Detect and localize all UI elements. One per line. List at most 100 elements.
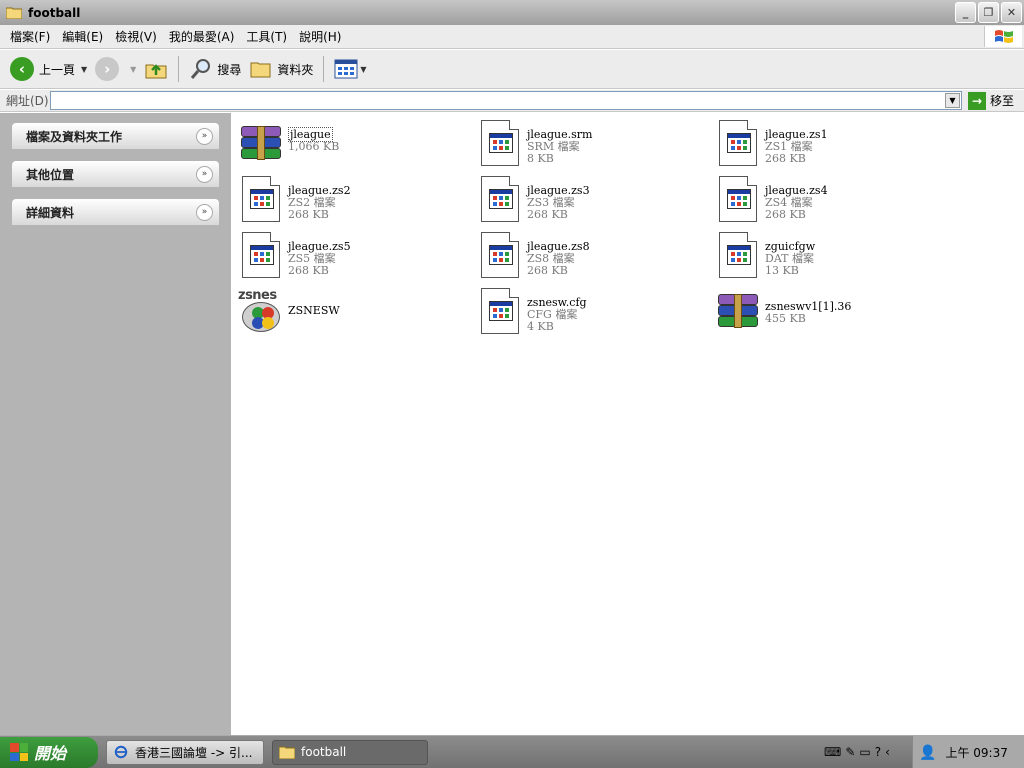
window-title: football <box>28 5 81 20</box>
pen-icon[interactable]: ✎ <box>845 745 855 759</box>
up-folder-icon <box>145 64 167 79</box>
toolbar-separator <box>323 56 325 82</box>
close-button[interactable]: ✕ <box>1001 2 1022 23</box>
back-button[interactable]: ‹ 上一頁 ▼ <box>6 53 91 85</box>
window-controls: _ ❐ ✕ <box>955 2 1022 23</box>
taskbar-button-browser[interactable]: 香港三國論壇 -> 引... <box>106 739 264 765</box>
back-label: 上一頁 <box>39 62 76 77</box>
go-button[interactable]: → 移至 <box>968 91 1015 110</box>
generic-file-icon <box>714 231 762 279</box>
panel-file-folder-tasks[interactable]: 檔案及資料夾工作 » <box>12 123 219 149</box>
menu-file[interactable]: 檔案(F) <box>4 28 56 45</box>
chevron-left-icon[interactable]: ‹ <box>885 745 890 759</box>
user-icon[interactable]: 👤 <box>919 745 936 761</box>
file-size: 455 KB <box>765 312 806 325</box>
taskbar: 開始 香港三國論壇 -> 引... football ⌨ ✎ ▭ ? ‹ 👤 上… <box>0 735 1024 768</box>
views-icon <box>334 59 358 79</box>
file-item[interactable]: jleague.zs2 ZS2 檔案 268 KB <box>237 175 467 227</box>
task-pane: 檔案及資料夾工作 » 其他位置 » 詳細資料 » <box>0 113 231 735</box>
zsnes-app-icon: zsnes <box>237 287 285 335</box>
taskbar-button-folder[interactable]: football <box>272 739 428 765</box>
panel-other-places[interactable]: 其他位置 » <box>12 161 219 187</box>
file-item[interactable]: jleague 1,066 KB <box>237 119 467 171</box>
file-size: 268 KB <box>527 264 568 277</box>
generic-file-icon <box>476 231 524 279</box>
file-item[interactable]: jleague.zs4 ZS4 檔案 268 KB <box>714 175 944 227</box>
search-button[interactable]: 搜尋 <box>185 53 245 85</box>
expand-chevron-icon[interactable]: » <box>196 165 213 183</box>
toolbar-separator <box>178 56 180 82</box>
address-bar: 網址(D) ▼ → 移至 <box>0 90 1024 112</box>
file-item[interactable]: jleague.srm SRM 檔案 8 KB <box>476 119 706 171</box>
search-label: 搜尋 <box>217 62 242 77</box>
expand-chevron-icon[interactable]: » <box>196 127 213 145</box>
file-size: 268 KB <box>765 208 806 221</box>
file-list: jleague 1,066 KB jleague.srm SRM 檔案 8 KB… <box>231 113 1024 735</box>
file-size: 4 KB <box>527 320 554 333</box>
winrar-archive-icon <box>714 287 762 335</box>
chevron-down-icon[interactable]: ▼ <box>130 65 136 74</box>
menu-view[interactable]: 檢視(V) <box>109 28 163 45</box>
menu-help[interactable]: 說明(H) <box>293 28 347 45</box>
file-item[interactable]: jleague.zs1 ZS1 檔案 268 KB <box>714 119 944 171</box>
file-size: 8 KB <box>527 152 554 165</box>
folders-label: 資料夾 <box>277 62 314 77</box>
ime-icon[interactable]: ▭ <box>859 745 870 759</box>
menu-bar: 檔案(F) 編輯(E) 檢視(V) 我的最愛(A) 工具(T) 說明(H) <box>0 25 1024 49</box>
forward-button[interactable]: › ▼ <box>91 53 140 85</box>
file-item[interactable]: zsnes ZSNESW <box>237 287 467 339</box>
generic-file-icon <box>237 231 285 279</box>
menu-tools[interactable]: 工具(T) <box>240 28 293 45</box>
generic-file-icon <box>476 287 524 335</box>
address-dropdown-button[interactable]: ▼ <box>945 93 960 108</box>
search-icon <box>191 59 211 79</box>
clock[interactable]: 上午 09:37 <box>945 744 1007 761</box>
generic-file-icon <box>476 175 524 223</box>
address-input[interactable]: ▼ <box>50 91 962 110</box>
title-bar[interactable]: football _ ❐ ✕ <box>0 0 1024 25</box>
panel-details[interactable]: 詳細資料 » <box>12 199 219 225</box>
panel-title: 詳細資料 <box>26 205 75 220</box>
keyboard-icon[interactable]: ⌨ <box>824 745 841 759</box>
chevron-down-icon[interactable]: ▼ <box>81 65 87 74</box>
chevron-down-icon: ▼ <box>949 96 956 105</box>
folders-button[interactable]: 資料夾 <box>245 53 317 85</box>
windows-logo-icon <box>984 26 1022 47</box>
expand-chevron-icon[interactable]: » <box>196 203 213 221</box>
start-button[interactable]: 開始 <box>0 736 98 768</box>
file-item[interactable]: zsneswv1[1].36 455 KB <box>714 287 944 339</box>
taskbar-button-label: football <box>301 745 347 759</box>
system-tray: 👤 上午 09:37 <box>912 736 1024 768</box>
toolbar: ‹ 上一頁 ▼ › ▼ 搜尋 資料夾 ▼ <box>0 50 1024 89</box>
generic-file-icon <box>714 175 762 223</box>
go-label: 移至 <box>990 94 1015 108</box>
file-item[interactable]: jleague.zs3 ZS3 檔案 268 KB <box>476 175 706 227</box>
close-icon: ✕ <box>1006 6 1017 19</box>
panel-title: 檔案及資料夾工作 <box>26 129 123 144</box>
tray-quick-icons: ⌨ ✎ ▭ ? ‹ <box>824 742 912 762</box>
ie-icon <box>114 745 128 759</box>
zsnes-logo-text: zsnes <box>238 288 277 303</box>
file-item[interactable]: zguicfgw DAT 檔案 13 KB <box>714 231 944 283</box>
menu-favorites[interactable]: 我的最愛(A) <box>163 28 241 45</box>
views-button[interactable]: ▼ <box>330 53 370 85</box>
minimize-button[interactable]: _ <box>955 2 976 23</box>
address-label: 網址(D) <box>6 94 49 108</box>
menu-edit[interactable]: 編輯(E) <box>56 28 109 45</box>
file-size: 13 KB <box>765 264 799 277</box>
taskbar-button-label: 香港三國論壇 -> 引... <box>135 745 253 760</box>
restore-button[interactable]: ❐ <box>978 2 999 23</box>
file-item[interactable]: jleague.zs5 ZS5 檔案 268 KB <box>237 231 467 283</box>
help-icon[interactable]: ? <box>875 745 881 759</box>
folders-icon <box>250 62 271 78</box>
restore-icon: ❐ <box>983 6 994 19</box>
file-size: 268 KB <box>288 208 329 221</box>
start-label: 開始 <box>34 744 67 763</box>
file-item[interactable]: jleague.zs8 ZS8 檔案 268 KB <box>476 231 706 283</box>
folder-icon <box>6 7 22 19</box>
file-item[interactable]: zsnesw.cfg CFG 檔案 4 KB <box>476 287 706 339</box>
chevron-down-icon[interactable]: ▼ <box>360 65 366 74</box>
file-size: 268 KB <box>288 264 329 277</box>
up-folder-button[interactable] <box>140 53 172 85</box>
go-arrow-icon: → <box>968 91 986 110</box>
